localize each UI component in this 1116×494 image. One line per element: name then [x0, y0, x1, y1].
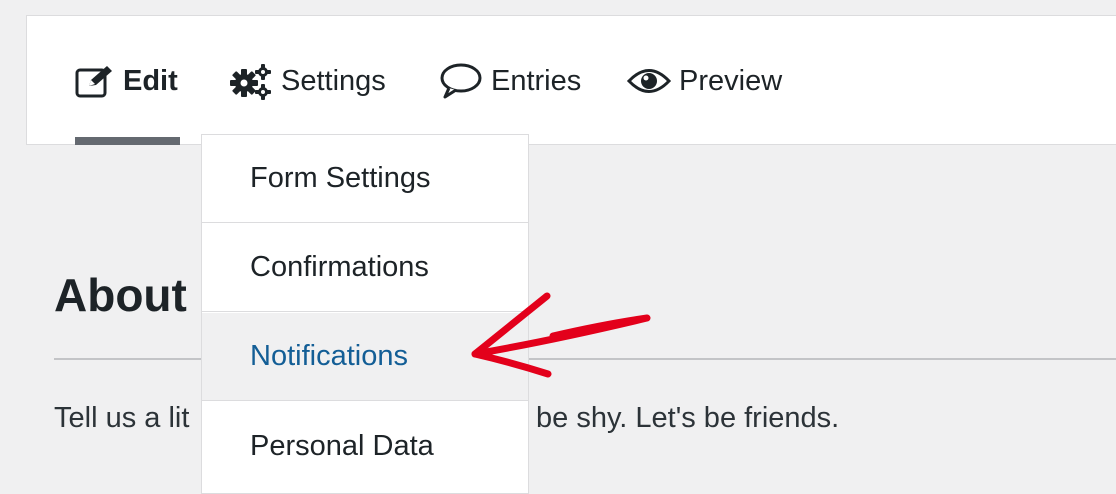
menu-item-personal-data[interactable]: Personal Data	[202, 402, 528, 490]
annotation-arrow-icon	[471, 292, 651, 378]
form-builder-toolbar: Edit Settings Entries Preview	[26, 15, 1116, 145]
tab-entries[interactable]: Entries	[439, 56, 581, 106]
tab-settings-label: Settings	[281, 64, 386, 97]
tab-edit-label: Edit	[123, 64, 178, 97]
menu-item-form-settings[interactable]: Form Settings	[202, 135, 528, 223]
tab-settings[interactable]: Settings	[227, 56, 386, 106]
tab-preview[interactable]: Preview	[627, 56, 782, 106]
active-tab-indicator	[75, 137, 180, 145]
page-heading: About	[54, 269, 187, 321]
gears-icon	[227, 61, 273, 101]
eye-icon	[627, 66, 671, 96]
tab-edit[interactable]: Edit	[75, 56, 178, 106]
speech-bubble-icon	[439, 62, 483, 100]
edit-icon	[75, 64, 115, 98]
tab-preview-label: Preview	[679, 64, 783, 97]
intro-text-left: Tell us a lit	[54, 402, 190, 434]
intro-text-right: be shy. Let's be friends.	[536, 402, 840, 434]
tab-entries-label: Entries	[491, 64, 582, 97]
